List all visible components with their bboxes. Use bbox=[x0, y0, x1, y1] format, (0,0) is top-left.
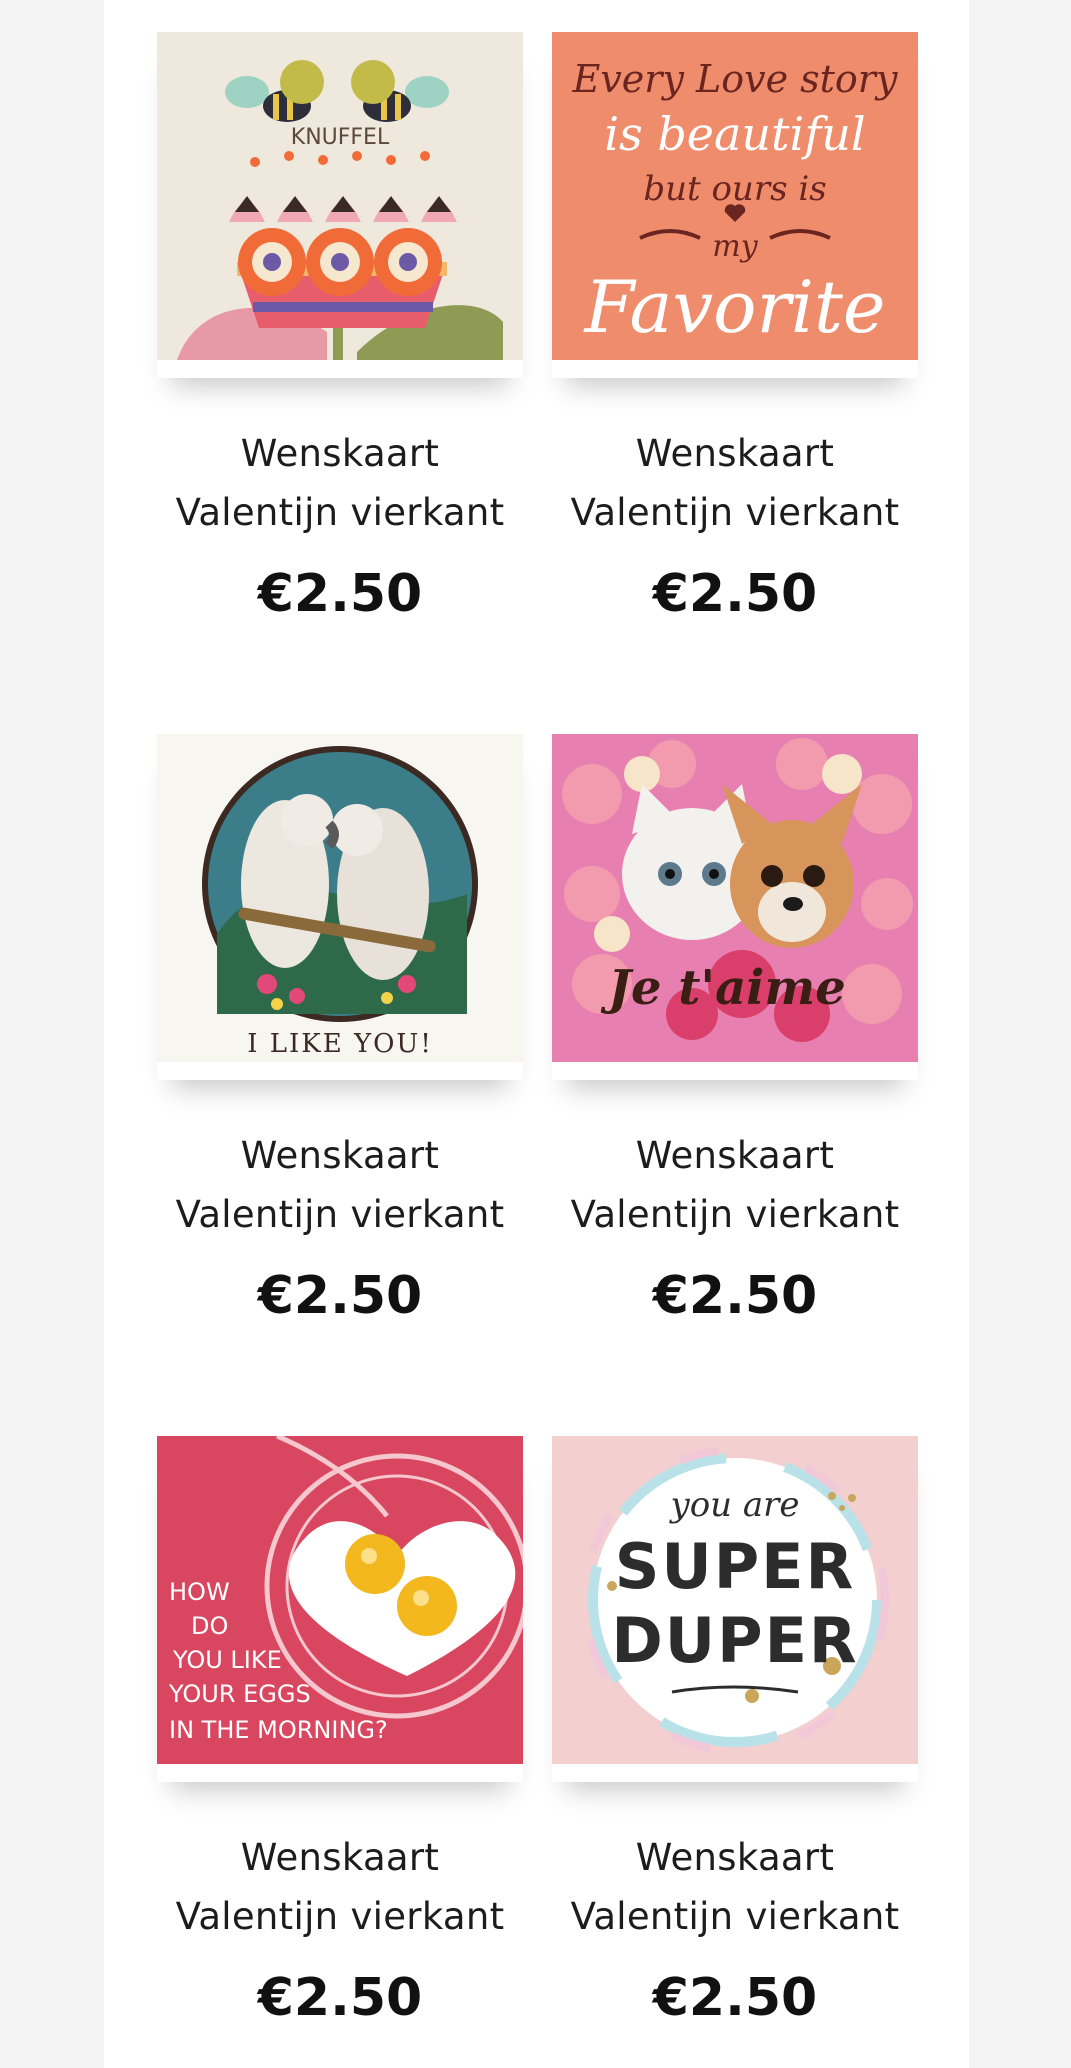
svg-text:YOU LIKE: YOU LIKE bbox=[172, 1646, 282, 1674]
product-card[interactable]: Je t'aime Wenskaart Valentijn vierkant €… bbox=[552, 734, 918, 1326]
product-grid-page: KNUFFEL Wenskaart Valentijn vierkant €2.… bbox=[104, 0, 969, 2068]
cat-dog-card-image[interactable]: Je t'aime bbox=[552, 734, 918, 1062]
eggs-card-image[interactable]: HOW DO YOU LIKE YOUR EGGS IN THE MORNING… bbox=[157, 1436, 523, 1764]
product-title-line[interactable]: Valentijn vierkant bbox=[157, 1887, 523, 1946]
product-card[interactable]: KNUFFEL Wenskaart Valentijn vierkant €2.… bbox=[157, 32, 523, 624]
product-image-frame[interactable]: you are SUPER DUPER bbox=[552, 1436, 918, 1782]
product-title-line[interactable]: Valentijn vierkant bbox=[157, 483, 523, 542]
product-card[interactable]: Every Love story is beautiful but ours i… bbox=[552, 32, 918, 624]
product-image-frame[interactable]: Every Love story is beautiful but ours i… bbox=[552, 32, 918, 378]
svg-text:YOUR EGGS: YOUR EGGS bbox=[168, 1680, 311, 1708]
product-title-line[interactable]: Wenskaart bbox=[157, 1126, 523, 1185]
product-title-line[interactable]: Valentijn vierkant bbox=[552, 1887, 918, 1946]
svg-text:IN THE MORNING?: IN THE MORNING? bbox=[169, 1716, 388, 1744]
svg-text:but ours is: but ours is bbox=[643, 169, 826, 209]
product-image-frame[interactable]: HOW DO YOU LIKE YOUR EGGS IN THE MORNING… bbox=[157, 1436, 523, 1782]
svg-text:is beautiful: is beautiful bbox=[604, 107, 865, 161]
card-text: KNUFFEL bbox=[291, 125, 390, 150]
product-title-line[interactable]: Wenskaart bbox=[157, 1828, 523, 1887]
product-image-frame[interactable]: I LIKE YOU! bbox=[157, 734, 523, 1080]
svg-text:DUPER: DUPER bbox=[611, 1604, 858, 1677]
product-title-line[interactable]: Valentijn vierkant bbox=[552, 483, 918, 542]
product-title-line[interactable]: Valentijn vierkant bbox=[552, 1185, 918, 1244]
product-title[interactable]: Wenskaart Valentijn vierkant bbox=[157, 1126, 523, 1244]
card-text: Je t'aime bbox=[600, 960, 846, 1016]
product-image-frame[interactable]: Je t'aime bbox=[552, 734, 918, 1080]
svg-text:SUPER: SUPER bbox=[615, 1530, 856, 1603]
product-title[interactable]: Wenskaart Valentijn vierkant bbox=[552, 1828, 918, 1946]
love-story-card-image[interactable]: Every Love story is beautiful but ours i… bbox=[552, 32, 918, 360]
product-title-line[interactable]: Wenskaart bbox=[552, 424, 918, 483]
product-image-frame[interactable]: KNUFFEL bbox=[157, 32, 523, 378]
product-title[interactable]: Wenskaart Valentijn vierkant bbox=[157, 424, 523, 542]
svg-text:Every Love story: Every Love story bbox=[572, 57, 898, 101]
parrots-card-image[interactable]: I LIKE YOU! bbox=[157, 734, 523, 1062]
svg-text:Favorite: Favorite bbox=[582, 265, 885, 349]
product-price: €2.50 bbox=[257, 1968, 423, 2028]
product-price: €2.50 bbox=[257, 1266, 423, 1326]
product-title[interactable]: Wenskaart Valentijn vierkant bbox=[552, 1126, 918, 1244]
product-price: €2.50 bbox=[652, 1266, 818, 1326]
bees-flower-card-image[interactable]: KNUFFEL bbox=[157, 32, 523, 360]
product-title-line[interactable]: Wenskaart bbox=[552, 1828, 918, 1887]
product-price: €2.50 bbox=[652, 1968, 818, 2028]
product-title-line[interactable]: Wenskaart bbox=[157, 424, 523, 483]
product-price: €2.50 bbox=[257, 564, 423, 624]
product-card[interactable]: you are SUPER DUPER Wenskaart Valentijn … bbox=[552, 1436, 918, 2028]
product-title-line[interactable]: Valentijn vierkant bbox=[157, 1185, 523, 1244]
super-duper-card-image[interactable]: you are SUPER DUPER bbox=[552, 1436, 918, 1764]
product-title[interactable]: Wenskaart Valentijn vierkant bbox=[552, 424, 918, 542]
svg-text:you are: you are bbox=[668, 1485, 799, 1525]
product-price: €2.50 bbox=[652, 564, 818, 624]
card-text: HOW bbox=[169, 1578, 230, 1606]
product-card[interactable]: HOW DO YOU LIKE YOUR EGGS IN THE MORNING… bbox=[157, 1436, 523, 2028]
card-text: I LIKE YOU! bbox=[247, 1029, 433, 1059]
svg-text:my: my bbox=[712, 229, 758, 264]
product-card[interactable]: I LIKE YOU! Wenskaart Valentijn vierkant… bbox=[157, 734, 523, 1326]
product-title[interactable]: Wenskaart Valentijn vierkant bbox=[157, 1828, 523, 1946]
svg-text:DO: DO bbox=[191, 1612, 228, 1640]
product-title-line[interactable]: Wenskaart bbox=[552, 1126, 918, 1185]
